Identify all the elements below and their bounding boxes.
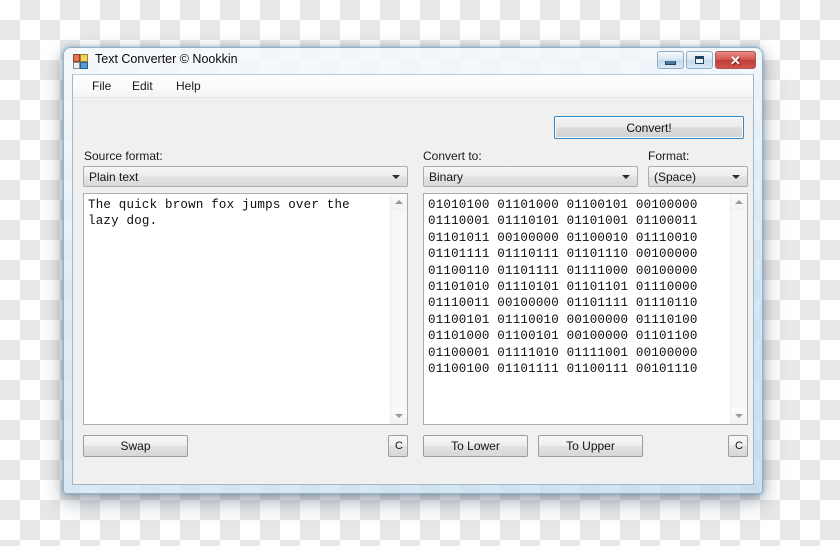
menu-item-edit[interactable]: Edit <box>125 78 160 94</box>
source-text-content[interactable]: The quick brown fox jumps over the lazy … <box>88 197 387 230</box>
source-vertical-scrollbar[interactable] <box>390 194 407 424</box>
chevron-down-icon <box>392 175 400 179</box>
window-title: Text Converter © Nookkin <box>95 52 238 66</box>
output-text-box[interactable]: 01010100 01101000 01100101 00100000 0111… <box>423 193 748 425</box>
app-squares-icon <box>73 54 88 69</box>
close-icon: ✕ <box>716 52 755 68</box>
format-value: (Space) <box>654 170 696 184</box>
source-format-select[interactable]: Plain text <box>83 166 408 187</box>
format-label: Format: <box>648 149 689 163</box>
chevron-down-icon <box>732 175 740 179</box>
convert-to-select[interactable]: Binary <box>423 166 638 187</box>
source-format-label: Source format: <box>84 149 163 163</box>
scroll-down-icon[interactable] <box>731 408 747 424</box>
convert-button[interactable]: Convert! <box>554 116 744 139</box>
menu-item-help[interactable]: Help <box>169 78 208 94</box>
clear-output-button[interactable]: C <box>728 435 748 457</box>
maximize-button[interactable] <box>686 51 713 69</box>
menu-bar: File Edit Help <box>73 75 753 98</box>
scroll-up-icon[interactable] <box>391 194 407 210</box>
clear-source-button[interactable]: C <box>388 435 408 457</box>
output-vertical-scrollbar[interactable] <box>730 194 747 424</box>
close-button[interactable]: ✕ <box>715 51 756 69</box>
source-format-value: Plain text <box>89 170 138 184</box>
chevron-down-icon <box>622 175 630 179</box>
title-bar[interactable]: Text Converter © Nookkin ✕ <box>64 48 762 74</box>
application-window: Text Converter © Nookkin ✕ File Edit Hel… <box>63 47 763 494</box>
scroll-up-icon[interactable] <box>731 194 747 210</box>
source-text-box[interactable]: The quick brown fox jumps over the lazy … <box>83 193 408 425</box>
minimize-icon <box>658 52 683 68</box>
maximize-icon <box>687 52 712 68</box>
convert-to-value: Binary <box>429 170 463 184</box>
to-upper-button[interactable]: To Upper <box>538 435 643 457</box>
convert-to-label: Convert to: <box>423 149 482 163</box>
output-text-content[interactable]: 01010100 01101000 01100101 00100000 0111… <box>428 197 727 377</box>
menu-item-file[interactable]: File <box>85 78 118 94</box>
to-lower-button[interactable]: To Lower <box>423 435 528 457</box>
scroll-down-icon[interactable] <box>391 408 407 424</box>
format-select[interactable]: (Space) <box>648 166 748 187</box>
minimize-button[interactable] <box>657 51 684 69</box>
client-area: File Edit Help Convert! Source format: C… <box>72 74 754 485</box>
swap-button[interactable]: Swap <box>83 435 188 457</box>
